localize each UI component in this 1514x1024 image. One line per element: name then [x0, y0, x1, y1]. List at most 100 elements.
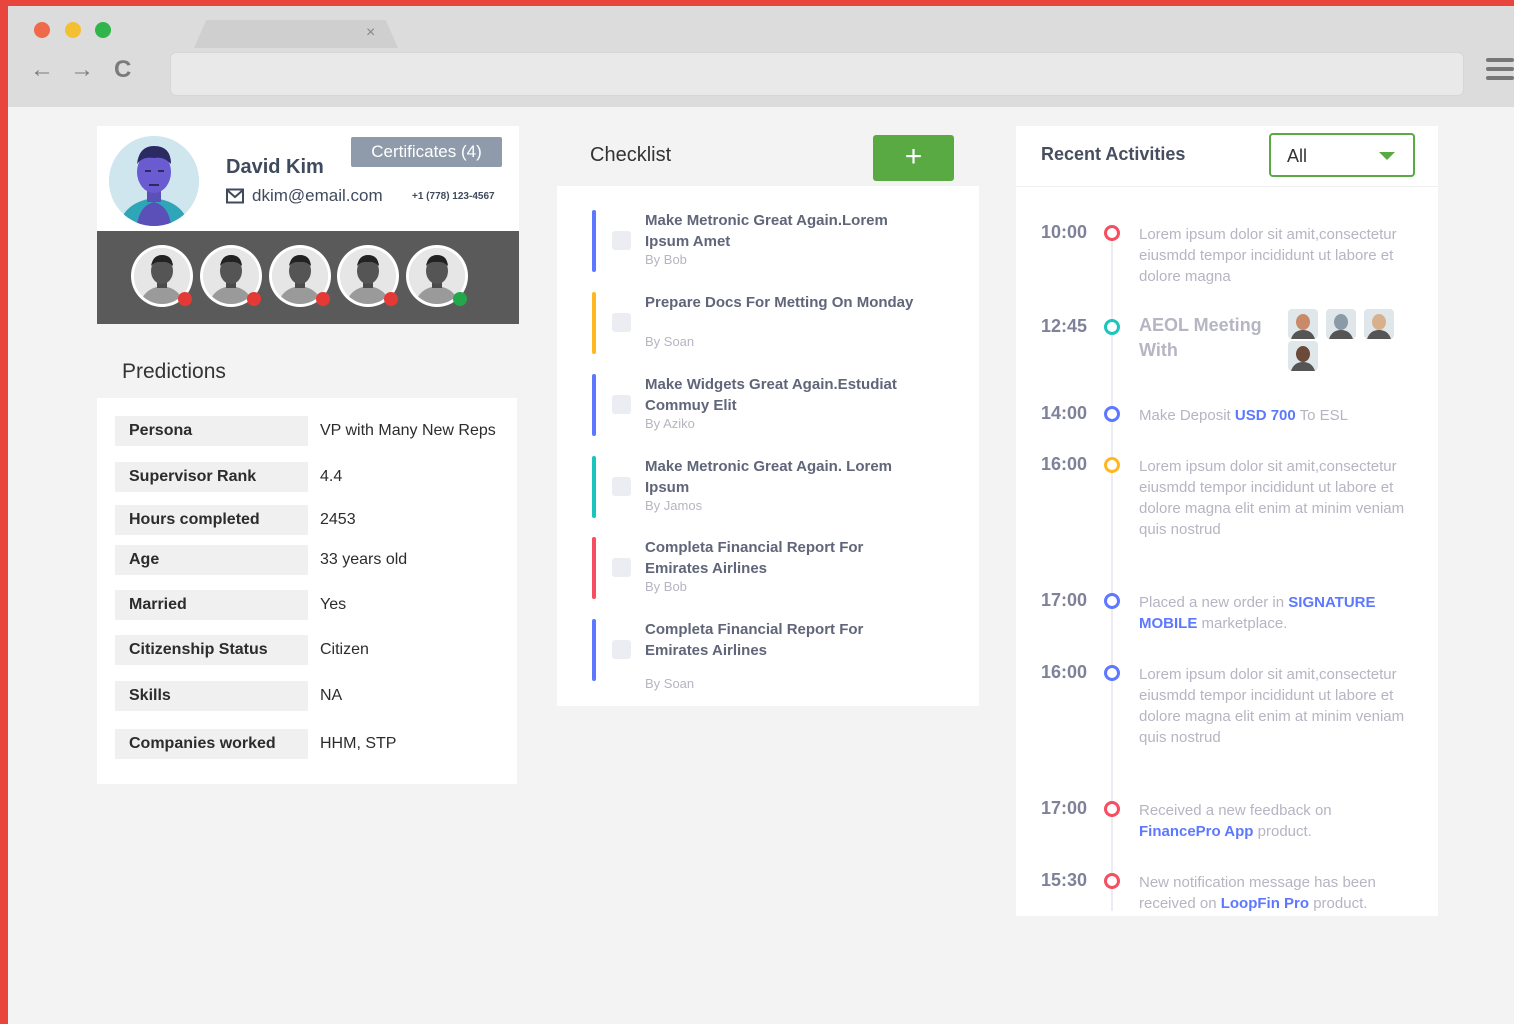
team-member-avatar[interactable]: [200, 245, 262, 307]
prediction-value: Citizen: [320, 641, 369, 658]
task-checkbox[interactable]: [612, 313, 631, 332]
task-checkbox[interactable]: [612, 231, 631, 250]
browser-chrome: × ← → C: [8, 6, 1514, 107]
close-window-button[interactable]: [34, 22, 50, 38]
recent-activities-card: Recent Activities All 10:00 Lorem ipsum d…: [1016, 126, 1438, 916]
timeline-badge-icon: [1104, 225, 1120, 241]
mail-icon: [226, 188, 244, 209]
prediction-row: Persona VP with Many New Reps: [115, 416, 515, 446]
participant-avatar[interactable]: [1326, 309, 1356, 339]
maximize-window-button[interactable]: [95, 22, 111, 38]
task-author: By Jamos: [645, 498, 703, 513]
checklist-item: Completa Financial Report For Emirates A…: [592, 537, 972, 599]
prediction-label: Citizenship Status: [115, 635, 308, 665]
team-member-avatar[interactable]: [406, 245, 468, 307]
predictions-card: Predictions Persona VP with Many New Reps…: [97, 346, 517, 784]
participant-avatar[interactable]: [1288, 341, 1318, 371]
activity-link[interactable]: LoopFin Pro: [1221, 895, 1309, 912]
prediction-row: Citizenship Status Citizen: [115, 635, 515, 665]
activity-filter-select[interactable]: All: [1269, 133, 1415, 177]
activity-time: 17:00: [1041, 590, 1088, 610]
activity-text: Make Deposit USD 700 To ESL: [1139, 407, 1349, 424]
prediction-label: Supervisor Rank: [115, 462, 308, 492]
activity-title: With: [1139, 340, 1178, 360]
profile-phone: +1 (778) 123-4567: [412, 191, 495, 202]
timeline-badge-icon: [1104, 873, 1120, 889]
add-task-button[interactable]: +: [873, 135, 954, 181]
prediction-label: Persona: [115, 416, 308, 446]
minimize-window-button[interactable]: [65, 22, 81, 38]
activity-link[interactable]: SIGNATURE MOBILE: [1139, 594, 1376, 632]
activities-title: Recent Activities: [1041, 144, 1186, 164]
team-member-avatar[interactable]: [337, 245, 399, 307]
activity-link[interactable]: FinancePro App: [1139, 823, 1253, 840]
prediction-row: Supervisor Rank 4.4: [115, 462, 515, 492]
certificates-button[interactable]: Certificates (4): [351, 137, 502, 167]
priority-bar: [592, 292, 596, 354]
task-title[interactable]: Make Metronic Great Again. Lorem Ipsum: [645, 456, 925, 498]
timeline-badge-icon: [1104, 457, 1120, 473]
team-avatars: [97, 231, 519, 324]
timeline-badge-icon: [1104, 406, 1120, 422]
tab-close-icon[interactable]: ×: [366, 24, 375, 42]
activity-time: 17:00: [1041, 798, 1088, 818]
task-title[interactable]: Completa Financial Report For Emirates A…: [645, 619, 925, 661]
prediction-row: Age 33 years old: [115, 545, 515, 575]
priority-bar: [592, 374, 596, 436]
prediction-value: VP with Many New Reps: [320, 422, 496, 439]
participant-avatar[interactable]: [1288, 309, 1318, 339]
task-author: By Bob: [645, 579, 687, 594]
checklist-title: Checklist: [590, 144, 672, 166]
prediction-value: NA: [320, 687, 343, 704]
prediction-label: Hours completed: [115, 505, 308, 535]
task-title[interactable]: Make Widgets Great Again.Estudiat Commuy…: [645, 374, 925, 416]
prediction-row: Married Yes: [115, 590, 515, 620]
activity-time: 15:30: [1041, 870, 1088, 890]
prediction-label: Companies worked: [115, 729, 308, 759]
prediction-value: HHM, STP: [320, 735, 397, 752]
profile-card: David Kim dkim@email.com +1 (778) 123-45…: [97, 126, 519, 324]
checklist-item: Make Widgets Great Again.Estudiat Commuy…: [592, 374, 972, 436]
reload-icon[interactable]: C: [114, 58, 131, 82]
priority-bar: [592, 210, 596, 272]
task-checkbox[interactable]: [612, 395, 631, 414]
team-member-avatar[interactable]: [131, 245, 193, 307]
task-title[interactable]: Make Metronic Great Again.Lorem Ipsum Am…: [645, 210, 925, 252]
task-author: By Soan: [645, 676, 695, 691]
task-title[interactable]: Completa Financial Report For Emirates A…: [645, 537, 925, 579]
chevron-down-icon: [1379, 152, 1395, 160]
task-author: By Bob: [645, 252, 687, 267]
activity-link[interactable]: USD 700: [1235, 407, 1296, 424]
checklist-card: Checklist + Make Metronic Great Again.Lo…: [557, 126, 979, 706]
status-indicator: [178, 292, 192, 306]
checklist-header: Checklist +: [557, 126, 979, 186]
team-member-avatar[interactable]: [269, 245, 331, 307]
prediction-value: Yes: [320, 596, 347, 613]
menu-icon[interactable]: [1486, 58, 1514, 85]
prediction-value: 33 years old: [320, 551, 408, 568]
activity-text: Placed a new order in SIGNATURE MOBILE m…: [1139, 594, 1376, 632]
activities-header: Recent Activities All: [1016, 126, 1438, 187]
filter-value: All: [1287, 146, 1308, 166]
activity-time: 16:00: [1041, 662, 1088, 682]
task-checkbox[interactable]: [612, 477, 631, 496]
priority-bar: [592, 456, 596, 518]
task-title[interactable]: Prepare Docs For Metting On Monday: [645, 292, 925, 313]
profile-name: David Kim: [226, 156, 324, 178]
checklist-item: Make Metronic Great Again. Lorem Ipsum By…: [592, 456, 972, 518]
email-text: dkim@email.com: [252, 186, 383, 205]
prediction-row: Companies worked HHM, STP: [115, 729, 515, 759]
task-checkbox[interactable]: [612, 640, 631, 659]
forward-arrow-icon[interactable]: →: [70, 58, 94, 82]
checklist-item: Make Metronic Great Again.Lorem Ipsum Am…: [592, 210, 972, 272]
status-indicator: [453, 292, 467, 306]
prediction-value: 2453: [320, 511, 356, 528]
timeline-badge-icon: [1104, 593, 1120, 609]
profile-email[interactable]: dkim@email.com: [226, 186, 383, 209]
back-arrow-icon[interactable]: ←: [30, 58, 54, 82]
task-checkbox[interactable]: [612, 558, 631, 577]
address-bar[interactable]: [170, 52, 1464, 96]
activity-time: 10:00: [1041, 222, 1088, 242]
priority-bar: [592, 537, 596, 599]
participant-avatar[interactable]: [1364, 309, 1394, 339]
